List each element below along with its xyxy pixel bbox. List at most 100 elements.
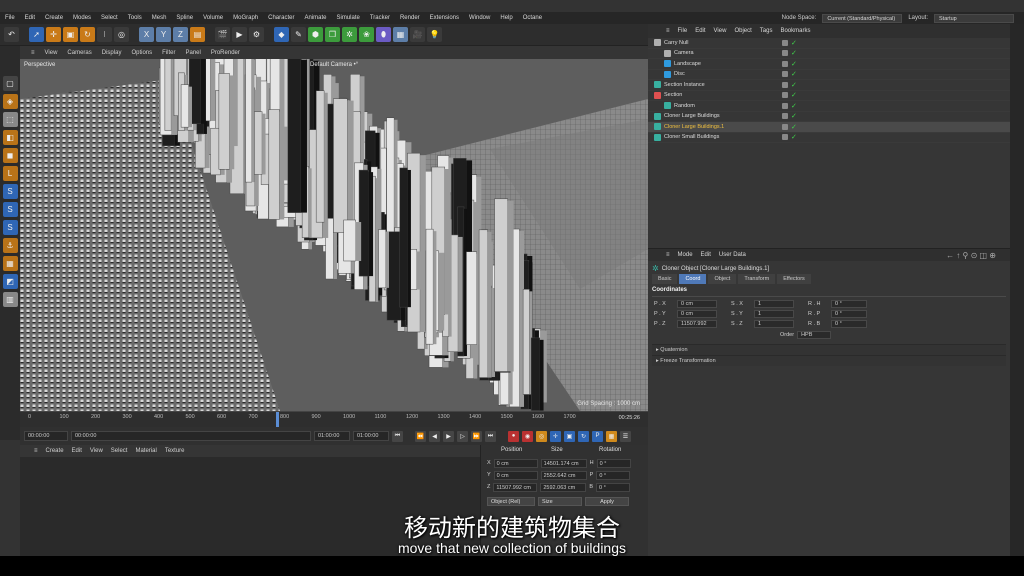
viewport-menu-display[interactable]: Display (97, 50, 127, 56)
rotation-h-field[interactable]: 0 ° (596, 458, 631, 468)
attribute-menu-edit[interactable]: Edit (697, 252, 715, 258)
rotation-field[interactable]: 0 ° (831, 320, 867, 328)
tab-basic[interactable]: Basic (652, 274, 678, 284)
enabled-check-icon[interactable]: ✓ (791, 102, 797, 110)
scale-tool-icon[interactable]: ▣ (63, 27, 78, 42)
menu-item-octane[interactable]: Octane (518, 15, 547, 21)
layout-dropdown[interactable]: Startup (934, 13, 1014, 23)
edges-mode-icon[interactable]: ◧ (2, 130, 18, 145)
object-name[interactable]: Cloner Large Buildings.1 (664, 124, 724, 130)
go-to-start-icon[interactable]: ⏮ (392, 430, 403, 442)
visibility-toggle-icon[interactable] (782, 123, 788, 130)
viewport-menu-view[interactable]: View (40, 50, 63, 56)
next-frame-icon[interactable]: ▷ (457, 430, 468, 442)
menu-item-select[interactable]: Select (96, 15, 123, 21)
rotation-field[interactable]: 0 ° (831, 310, 867, 318)
lock-workplane-icon[interactable]: ⚓ (2, 238, 18, 253)
object-row[interactable]: Section ✓ (648, 91, 1010, 101)
scale-field[interactable]: 1 (754, 300, 794, 308)
snap-icon[interactable]: S (2, 184, 18, 199)
texture-mode-icon[interactable]: ◈ (2, 94, 18, 109)
menu-item-create[interactable]: Create (40, 15, 68, 21)
visibility-toggle-icon[interactable] (782, 71, 788, 78)
position-y-field[interactable]: 0 cm (493, 470, 538, 480)
playhead[interactable] (276, 412, 279, 427)
object-row[interactable]: Cloner Small Buildings ✓ (648, 133, 1010, 143)
object-menu-view[interactable]: View (710, 28, 731, 34)
object-row[interactable]: Section Instance ✓ (648, 80, 1010, 91)
z-axis-icon[interactable]: Z (173, 27, 188, 42)
rotation-field[interactable]: 0 ° (831, 300, 867, 308)
viewport-menu-options[interactable]: Options (126, 50, 157, 56)
object-name[interactable]: Carry Null (664, 40, 688, 46)
object-row[interactable]: Cloner Large Buildings ✓ (648, 112, 1010, 122)
object-name[interactable]: Random (674, 103, 695, 109)
prev-key-icon[interactable]: ⏪ (415, 430, 426, 442)
pla-key-icon[interactable]: ▦ (606, 430, 617, 442)
menu-item-tools[interactable]: Tools (123, 15, 147, 21)
visibility-toggle-icon[interactable] (782, 134, 788, 141)
object-row[interactable]: Disc ✓ (648, 70, 1010, 80)
timeline-ruler[interactable]: 00:25:26 0 100 200 300 400 500 600 700 800 900 100… (20, 411, 648, 427)
axis-mode-icon[interactable]: L (2, 166, 18, 181)
visibility-toggle-icon[interactable] (782, 113, 788, 120)
menu-item-volume[interactable]: Volume (198, 15, 228, 21)
apply-button[interactable]: Apply (585, 496, 629, 506)
move-tool-icon[interactable]: ✛ (46, 27, 61, 42)
size-mode-dropdown[interactable]: Size (538, 496, 582, 506)
object-name[interactable]: Section (664, 92, 682, 98)
enabled-check-icon[interactable]: ✓ (791, 60, 797, 68)
perspective-viewport[interactable]: Perspective Default Camera •° Grid Spaci… (20, 59, 648, 411)
object-row[interactable]: Camera ✓ (648, 49, 1010, 59)
size-y-field[interactable]: 2552.642 cm (540, 470, 587, 480)
viewport-menu-icon[interactable]: ≡ (26, 50, 40, 56)
render-settings-icon[interactable]: ⚙ (249, 27, 264, 42)
position-field[interactable]: 0 cm (677, 310, 717, 318)
subdivision-icon[interactable]: ⬢ (308, 27, 323, 42)
material-menu-view[interactable]: View (86, 448, 107, 454)
attribute-menu-mode[interactable]: Mode (674, 252, 697, 258)
enabled-check-icon[interactable]: ✓ (791, 133, 797, 141)
viewport-menu-cameras[interactable]: Cameras (62, 50, 96, 56)
enabled-check-icon[interactable]: ✓ (791, 123, 797, 131)
record-icon[interactable]: ● (508, 430, 519, 442)
polygons-mode-icon[interactable]: ◼ (2, 148, 18, 163)
attribute-menu-user-data[interactable]: User Data (715, 252, 750, 258)
menu-item-tracker[interactable]: Tracker (365, 15, 395, 21)
grid-icon[interactable]: ▦ (2, 256, 18, 271)
y-axis-icon[interactable]: Y (156, 27, 171, 42)
attribute-group-quaternion[interactable]: ▸ Quaternion (652, 344, 1006, 355)
keyframe-selection-icon[interactable]: ◎ (536, 430, 547, 442)
object-name[interactable]: Disc (674, 71, 685, 77)
viewport-menu-panel[interactable]: Panel (180, 50, 205, 56)
menu-item-spline[interactable]: Spline (171, 15, 198, 21)
rotate-tool-icon[interactable]: ↻ (80, 27, 95, 42)
enabled-check-icon[interactable]: ✓ (791, 112, 797, 120)
material-menu-icon[interactable]: ≡ (30, 448, 42, 454)
material-menu-create[interactable]: Create (42, 448, 68, 454)
timeline-icon[interactable]: ☰ (620, 430, 631, 442)
material-menu-edit[interactable]: Edit (68, 448, 86, 454)
go-to-end-icon[interactable]: ⏭ (485, 430, 496, 442)
attribute-menu-icon[interactable]: ≡ (662, 252, 674, 258)
object-row[interactable]: Carry Null ✓ (648, 38, 1010, 49)
size-z-field[interactable]: 2592.063 cm (540, 482, 587, 492)
position-z-field[interactable]: 11507.992 cm (493, 482, 538, 492)
points-mode-icon[interactable]: ⬚ (2, 112, 18, 127)
object-menu-edit[interactable]: Edit (691, 28, 709, 34)
menu-item-extensions[interactable]: Extensions (425, 15, 464, 21)
object-row[interactable]: Random ✓ (648, 101, 1010, 112)
scale-field[interactable]: 1 (754, 320, 794, 328)
position-field[interactable]: 11507.992 (677, 320, 717, 328)
material-menu-material[interactable]: Material (131, 448, 160, 454)
position-key-icon[interactable]: ✛ (550, 430, 561, 442)
floor-icon[interactable]: ▦ (393, 27, 408, 42)
camera-icon[interactable]: 🎥 (410, 27, 425, 42)
pen-icon[interactable]: ✎ (291, 27, 306, 42)
tab-effectors[interactable]: Effectors (777, 274, 811, 284)
render-picture-viewer-icon[interactable]: ▶ (232, 27, 247, 42)
tab-coord[interactable]: Coord (679, 274, 707, 284)
object-name[interactable]: Cloner Small Buildings (664, 134, 719, 140)
autokey-icon[interactable]: ◉ (522, 430, 533, 442)
object-name[interactable]: Landscape (674, 61, 701, 67)
